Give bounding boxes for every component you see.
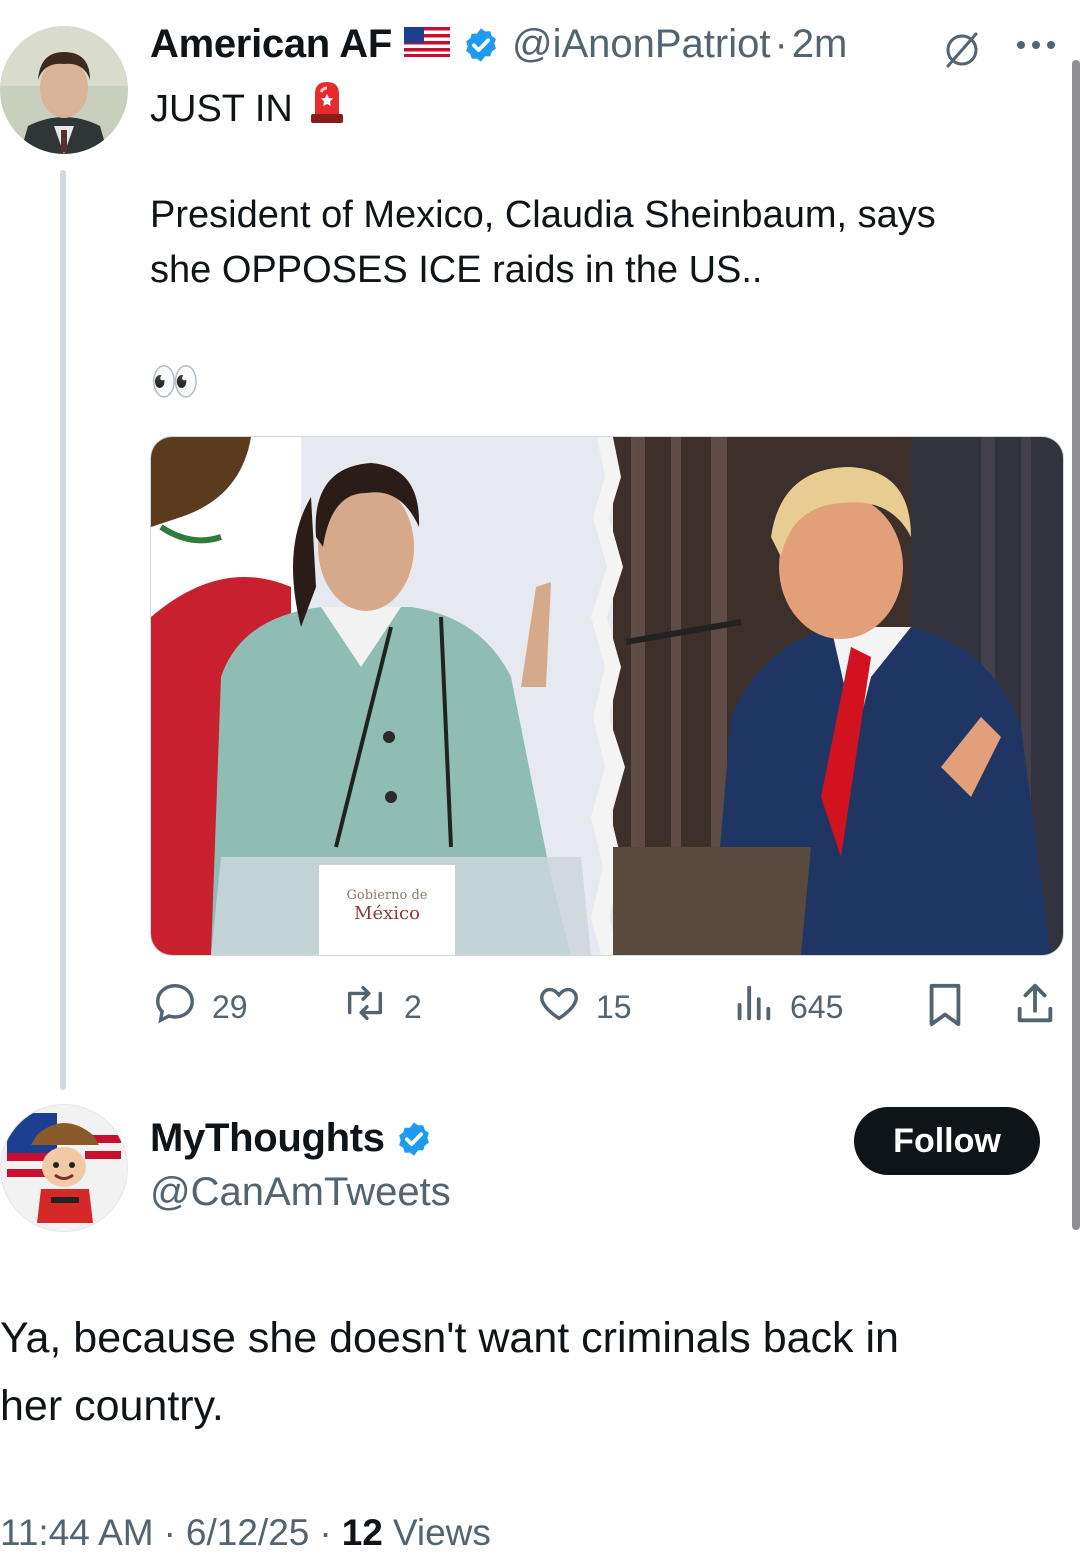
reply-meta: 11:44 AM · 6/12/25 · 12 Views	[0, 1512, 491, 1554]
reply-views-label: Views	[392, 1512, 491, 1553]
reply-icon	[152, 980, 198, 1034]
share-icon[interactable]	[1012, 980, 1058, 1033]
tweet-media-image[interactable]: Gobierno de México	[150, 436, 1064, 956]
reply-text-line-1: Ya, because she doesn't want criminals b…	[0, 1314, 899, 1362]
reply-text-line-2: her country.	[0, 1382, 224, 1430]
tweet-body: President of Mexico, Claudia Sheinbaum, …	[150, 188, 936, 298]
reply-count: 29	[212, 988, 248, 1025]
author-name[interactable]: American AF	[150, 22, 392, 67]
meta-separator: ·	[163, 1512, 176, 1553]
eyes-emoji: 👀	[150, 360, 200, 404]
reply-date[interactable]: 6/12/25	[186, 1512, 309, 1554]
follow-button[interactable]: Follow	[854, 1107, 1040, 1175]
tweet-time[interactable]: 2m	[792, 22, 848, 67]
reply-action[interactable]: 29	[152, 980, 248, 1034]
author-handle[interactable]: @iAnonPatriot	[512, 22, 771, 67]
grok-icon[interactable]	[940, 28, 984, 77]
siren-icon	[307, 78, 347, 140]
repost-action[interactable]: 2	[340, 980, 422, 1034]
like-count: 15	[596, 988, 632, 1025]
more-options-icon[interactable]	[1014, 38, 1058, 57]
repost-count: 2	[404, 988, 422, 1025]
verified-badge-icon	[395, 1120, 433, 1158]
reply-author-name[interactable]: MyThoughts	[150, 1116, 385, 1161]
avatar-mythoughts[interactable]	[0, 1104, 128, 1232]
just-in-text: JUST IN	[150, 87, 293, 130]
avatar-american-af[interactable]	[0, 26, 128, 154]
reply-text: Ya, because she doesn't want criminals b…	[0, 1304, 899, 1440]
like-action[interactable]: 15	[536, 980, 632, 1034]
tweet-header: American AF @iAnonPatriot · 2m	[150, 22, 847, 67]
us-flag-icon	[403, 27, 450, 62]
podium-label-2: México	[354, 903, 420, 924]
reply-author-handle[interactable]: @CanAmTweets	[150, 1170, 451, 1215]
analytics-icon	[730, 980, 776, 1034]
meta-separator: ·	[319, 1512, 332, 1553]
reply-time[interactable]: 11:44 AM	[0, 1512, 154, 1554]
bookmark-icon[interactable]	[922, 980, 968, 1035]
heart-icon	[536, 980, 582, 1034]
podium-label-1: Gobierno de	[347, 888, 428, 903]
tweet-body-line-1: President of Mexico, Claudia Sheinbaum, …	[150, 194, 936, 236]
views-count: 645	[790, 988, 844, 1025]
views-action[interactable]: 645	[730, 980, 843, 1034]
tweet-body-line-2: she OPPOSES ICE raids in the US..	[150, 249, 763, 291]
repost-icon	[340, 980, 390, 1034]
tweet-line-1: JUST IN	[150, 78, 347, 140]
verified-badge-icon	[462, 26, 500, 64]
reply-views-count: 12	[341, 1512, 383, 1553]
scrollbar[interactable]	[1072, 60, 1080, 1230]
separator-dot: ·	[774, 22, 788, 66]
thread-connector-line	[60, 170, 66, 1090]
reply-author-row: MyThoughts	[150, 1116, 433, 1161]
